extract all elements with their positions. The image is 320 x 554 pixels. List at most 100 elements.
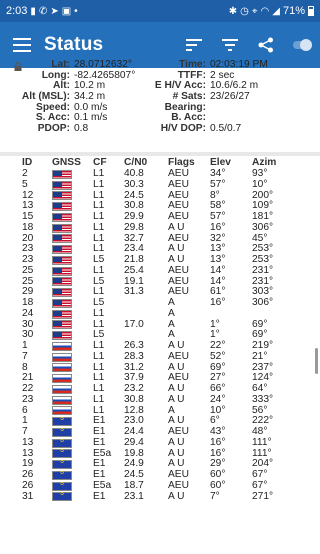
- gnss-cell: [52, 490, 93, 503]
- hv-dop-value: 0.5/0.7: [210, 123, 242, 135]
- elevation-value: [210, 309, 252, 320]
- elevation-value: 16°: [210, 221, 226, 233]
- usa-flag-icon: [52, 309, 72, 319]
- flags-value: A U: [168, 221, 185, 233]
- wifi-icon: ◠: [260, 5, 270, 17]
- table-row: 25 L1 25.4 AEU 14° 231°: [0, 264, 320, 277]
- usa-flag-icon: [52, 212, 72, 222]
- navigation-icon: ➤: [50, 5, 59, 17]
- carrier-frequency: L1: [93, 221, 105, 233]
- usa-flag-icon: [52, 191, 72, 201]
- gnss-cell: [52, 266, 93, 277]
- table-row: 7E124.4AEU43°48°: [0, 426, 320, 438]
- table-row: 18 L5 A 16° 306°: [0, 297, 320, 309]
- gnss-cell: [52, 201, 93, 212]
- russia-flag-icon: [52, 363, 72, 373]
- pdop-label: PDOP:: [37, 123, 70, 135]
- gnss-cell: [52, 384, 93, 395]
- table-row: 24 L1 A: [0, 307, 320, 320]
- alarm-icon: ◷: [240, 5, 249, 17]
- dot-icon: •: [74, 5, 78, 17]
- table-body: 2 L1 40.8 AEU 34° 93° 5 L1 30.3 AEU 57° 10° 12 L1 24.5…: [0, 168, 320, 503]
- satellite-id: 23: [22, 393, 34, 405]
- cn0-value: 31.3: [124, 286, 144, 298]
- usa-flag-icon: [52, 277, 72, 287]
- satellite-id: 26: [22, 479, 34, 491]
- carrier-frequency: E5a: [93, 479, 112, 491]
- gnss-cell: [52, 180, 93, 191]
- usa-flag-icon: [52, 288, 72, 298]
- share-icon: [258, 37, 273, 53]
- usa-flag-icon: [52, 202, 72, 212]
- satellite-id: 18: [22, 221, 34, 233]
- cell-signal-icon: ◢: [272, 5, 280, 17]
- russia-flag-icon: [52, 374, 72, 384]
- carrier-frequency: E1: [93, 490, 106, 502]
- hamburger-icon: [13, 38, 31, 52]
- flags-value: AEU: [168, 264, 189, 276]
- system-status-bar: 2:03 ▮ ✆ ➤ ▣ • ✱ ◷ ⌖ ◠ ◢ 71%: [0, 0, 320, 22]
- table-row: 5 L1 30.3 AEU 57° 10°: [0, 178, 320, 191]
- info-row-dop: PDOP: 0.8 H/V DOP: 0.5/0.7: [0, 123, 320, 135]
- cn0-value: 25.4: [124, 264, 144, 276]
- filter-icon: [222, 39, 238, 51]
- table-row: 1E123.0A U6°222°: [0, 415, 320, 427]
- table-row: 2 L1 40.8 AEU 34° 93°: [0, 168, 320, 180]
- satellite-id: 31: [22, 490, 34, 502]
- section-divider: [0, 152, 320, 156]
- russia-flag-icon: [52, 341, 72, 351]
- call-icon: ✆: [38, 5, 48, 17]
- azimuth-value: 333°: [252, 393, 274, 405]
- azimuth-value: 21°: [252, 350, 268, 362]
- table-row: 1 L1 26.3 A U 22° 219°: [0, 340, 320, 352]
- table-row: 7 L1 28.3 AEU 52° 21°: [0, 350, 320, 363]
- header-gnss[interactable]: GNSS: [52, 157, 93, 169]
- satellite-id: 13: [22, 436, 34, 448]
- gnss-cell: [52, 330, 93, 341]
- gnss-cell: [52, 223, 93, 234]
- carrier-frequency: L1: [93, 264, 105, 276]
- hv-dop-label: H/V DOP:: [160, 123, 206, 135]
- battery-level: 71%: [282, 5, 305, 17]
- table-row: 21 L1 37.9 AEU 27° 124°: [0, 372, 320, 384]
- elevation-value: 57°: [210, 178, 226, 190]
- gnss-cell: [52, 287, 93, 298]
- gnss-cell: [52, 352, 93, 363]
- cn0-value: 29.8: [124, 221, 144, 233]
- cn0-value: [124, 309, 168, 320]
- scrollbar-thumb[interactable]: [315, 348, 318, 374]
- clock: 2:03: [6, 5, 28, 17]
- satellite-id: 7: [22, 350, 28, 362]
- elevation-value: 14°: [210, 264, 226, 276]
- cn0-value: 30.8: [124, 393, 144, 405]
- eu-flag-icon: [52, 490, 72, 502]
- cn0-value: 29.4: [124, 436, 144, 448]
- flags-value: A: [168, 307, 175, 319]
- elevation-value: 7°: [210, 490, 220, 502]
- azimuth-value: 271°: [252, 490, 274, 502]
- cn0-value: 28.3: [124, 350, 144, 362]
- flags-value: AEU: [168, 479, 189, 491]
- russia-flag-icon: [52, 395, 72, 405]
- elevation-value: 60°: [210, 479, 226, 491]
- satellite-id: 5: [22, 178, 28, 190]
- gnss-cell: [52, 191, 93, 202]
- table-row: 18 L1 29.8 A U 16° 306°: [0, 221, 320, 234]
- usa-flag-icon: [52, 266, 72, 276]
- gnss-cell: [52, 395, 93, 406]
- elevation-value: 52°: [210, 350, 226, 362]
- gnss-cell: [52, 234, 93, 245]
- pdop-value: 0.8: [74, 123, 89, 135]
- gnss-cell: [52, 277, 93, 288]
- image-icon: ▣: [61, 5, 72, 17]
- carrier-frequency: L1: [93, 178, 105, 190]
- carrier-frequency: L1: [93, 350, 105, 362]
- usa-flag-icon: [52, 180, 72, 190]
- table-row: 26 E5a 18.7 AEU 60° 67°: [0, 479, 320, 492]
- russia-flag-icon: [52, 384, 72, 394]
- usa-flag-icon: [52, 298, 72, 308]
- flags-value: AEU: [168, 178, 189, 190]
- elevation-value: 24°: [210, 393, 226, 405]
- elevation-value: 16°: [210, 436, 226, 448]
- usa-flag-icon: [52, 245, 72, 255]
